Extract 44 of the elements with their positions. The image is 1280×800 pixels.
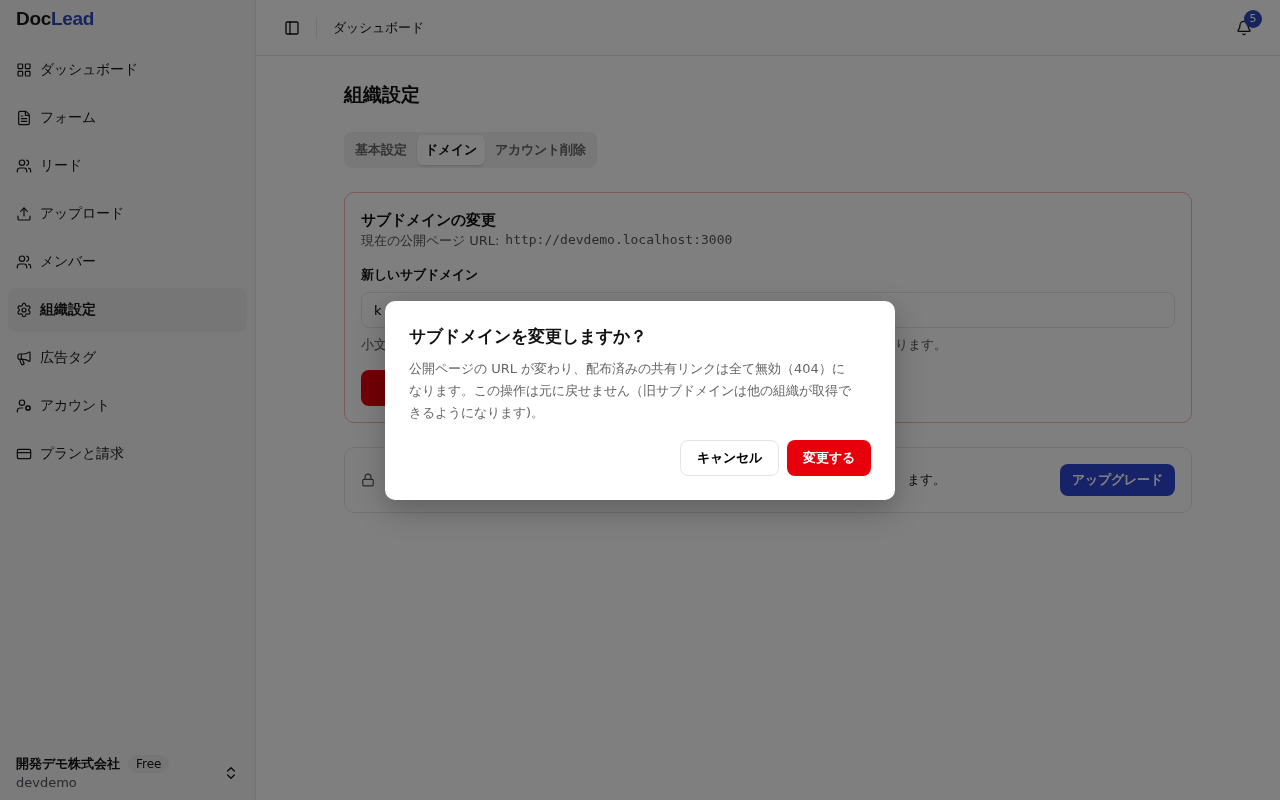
plan-badge: Free [128,755,170,773]
org-name: 開発デモ株式会社 [16,755,120,773]
tab[interactable]: アカウント削除 [487,135,594,165]
org-slug: devdemo [16,775,78,790]
sidebar-toggle-icon[interactable] [284,19,300,36]
sidebar-item[interactable]: アップロード [8,192,247,236]
card-title: サブドメインの変更 [361,211,497,230]
upgrade-button[interactable]: アップグレード [1060,464,1175,496]
dialog-message: 公開ページの URL が変わり、配布済みの共有リンクは全て無効（404）になります。この操作は元に戻せません（旧サブドメインは他の組織が取得できるようになります)。 [409,359,852,422]
settings-icon [16,302,32,318]
field-label: 新しいサブドメイン [361,266,479,284]
megaphone-icon [16,350,32,366]
page-title: 組織設定 [344,82,421,107]
breadcrumb: ダッシュボード [333,18,425,37]
card-icon [16,446,32,462]
users-icon [16,158,32,174]
users-icon [16,254,32,270]
bell-icon[interactable] [1236,19,1252,36]
user-icon [16,398,32,414]
dialog-title: サブドメインを変更しますか？ [409,324,648,348]
logo: DocLead [15,8,96,30]
document-icon [16,110,32,126]
sidebar-item[interactable]: ダッシュボード [8,48,247,92]
upgrade-text: ます。 [907,471,946,489]
confirm-button[interactable]: 変更する [787,439,871,476]
grid-icon [16,62,32,78]
hint-text: ります。 [895,336,947,354]
tab[interactable]: 基本設定 [347,135,415,165]
notification-badge: 5 [1244,9,1262,28]
lock-icon [361,473,375,487]
sidebar-item[interactable]: フォーム [8,96,247,140]
url-label: 現在の公開ページ URL: [361,232,500,250]
sidebar-item[interactable]: アカウント [8,384,247,428]
tab[interactable]: ドメイン [417,135,485,165]
url-text: http://devdemo.localhost:3000 [505,232,733,249]
sidebar-item[interactable]: 組織設定 [8,288,247,332]
cancel-button[interactable]: キャンセル [680,439,779,476]
change-button[interactable] [361,370,385,406]
sidebar-item[interactable]: プランと請求 [8,432,247,476]
hint-text: 小文 [361,336,387,354]
sidebar-item[interactable]: リード [8,144,247,188]
sidebar-item[interactable]: 広告タグ [8,336,247,380]
upload-icon [16,206,32,222]
sidebar-item[interactable]: メンバー [8,240,247,284]
